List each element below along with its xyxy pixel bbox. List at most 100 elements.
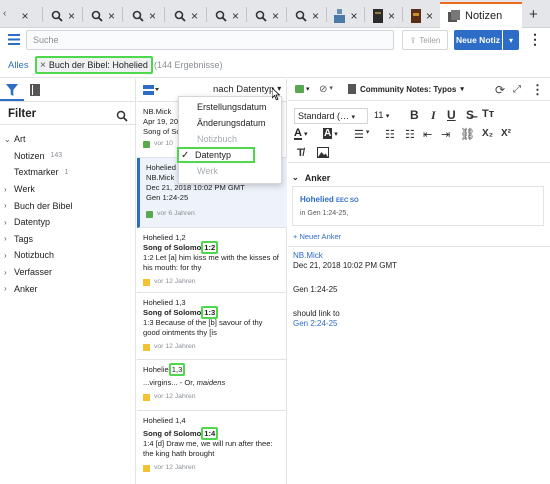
filter-tree: ⌄ Art Notizen 143 Textmarker 1 › Werk › Buch … bbox=[4, 131, 134, 297]
close-icon[interactable]: × bbox=[312, 10, 319, 22]
bold-icon[interactable]: B bbox=[410, 108, 419, 122]
breadcrumb-all-link[interactable]: Alles bbox=[8, 60, 29, 71]
filter-item-label: Tags bbox=[14, 233, 34, 244]
bulleted-list-icon[interactable]: ☷ bbox=[385, 128, 395, 141]
chevron-right-icon: › bbox=[4, 284, 7, 294]
tab-book-2[interactable]: × bbox=[366, 3, 402, 28]
superscript-icon[interactable]: X² bbox=[501, 128, 511, 139]
italic-icon[interactable]: I bbox=[431, 108, 436, 123]
new-anchor-link[interactable]: + Neuer Anker bbox=[293, 232, 341, 241]
filter-item-werk[interactable]: › Werk bbox=[4, 181, 134, 198]
expand-icon[interactable]: ⤢ bbox=[513, 84, 521, 95]
tab-search-3[interactable]: × bbox=[84, 3, 122, 28]
filter-item-datentyp[interactable]: › Datentyp bbox=[4, 214, 134, 231]
clear-button[interactable]: ⊘ ▾ bbox=[319, 84, 333, 95]
view-mode-icon[interactable] bbox=[143, 85, 159, 95]
anchor-title[interactable]: Hohelied EEC SO bbox=[300, 195, 359, 204]
tab-divider bbox=[164, 7, 165, 22]
list-item[interactable]: Hohelied 1,2 Song of Solomo 1:2 1:2 Let [… bbox=[137, 228, 287, 293]
hamburger-menu-icon[interactable] bbox=[8, 34, 20, 45]
card-title: Song of Solomo bbox=[143, 429, 202, 438]
close-icon[interactable]: × bbox=[232, 10, 239, 22]
close-icon[interactable]: × bbox=[350, 10, 357, 22]
tab-book-1[interactable]: × bbox=[328, 3, 364, 28]
tab-search-1[interactable]: × bbox=[10, 3, 40, 28]
style-select[interactable]: Standard (… ▾ bbox=[294, 108, 368, 124]
underline-icon[interactable]: U bbox=[447, 108, 456, 122]
tab-notizen[interactable]: Notizen bbox=[440, 2, 522, 28]
notes-icon bbox=[448, 10, 460, 22]
sort-option-aenderungsdatum[interactable]: Änderungsdatum bbox=[179, 115, 281, 131]
new-note-dropdown-button[interactable]: ▾ bbox=[503, 30, 519, 50]
chevron-down-icon: ▾ bbox=[306, 86, 310, 93]
share-label: Teilen bbox=[419, 35, 441, 45]
text-case-icon[interactable]: Tт bbox=[482, 108, 494, 120]
close-icon[interactable]: × bbox=[272, 10, 279, 22]
numbered-list-icon[interactable]: ☷ bbox=[405, 128, 415, 141]
tab-divider bbox=[82, 7, 83, 22]
tab-scroll-left-icon[interactable]: ‹ bbox=[3, 8, 6, 19]
indent-icon[interactable]: ⇥ bbox=[441, 128, 450, 141]
new-note-button[interactable]: Neue Notiz bbox=[454, 30, 502, 50]
chevron-down-icon: ▾ bbox=[508, 35, 513, 45]
tab-search-8[interactable]: × bbox=[288, 3, 326, 28]
insert-image-icon[interactable] bbox=[317, 147, 329, 158]
anchor-section-header[interactable]: ⌄ Anker bbox=[292, 173, 330, 183]
close-icon[interactable]: × bbox=[388, 10, 395, 22]
close-icon[interactable]: × bbox=[149, 10, 156, 22]
sort-option-werk: Werk bbox=[197, 166, 218, 176]
outdent-icon[interactable]: ⇤ bbox=[423, 128, 432, 141]
close-icon[interactable]: × bbox=[108, 10, 115, 22]
align-button[interactable]: ☰ ▾ bbox=[354, 128, 369, 141]
tab-search-6[interactable]: × bbox=[208, 3, 246, 28]
filter-item-tags[interactable]: › Tags bbox=[4, 231, 134, 248]
tab-search-4[interactable]: × bbox=[124, 3, 164, 28]
sort-option-erstellungsdatum[interactable]: Erstellungsdatum bbox=[179, 99, 281, 115]
clear-format-icon[interactable]: T̸ bbox=[297, 147, 304, 159]
highlight-color-icon: A bbox=[323, 128, 333, 139]
tab-search-2[interactable]: × bbox=[44, 3, 82, 28]
remove-filter-icon[interactable]: × bbox=[40, 60, 46, 71]
anchor-card[interactable] bbox=[292, 186, 544, 226]
list-item[interactable]: Hohelie 1,3 ...virgins... - Or, maidens v… bbox=[137, 360, 287, 411]
highlight-icon bbox=[143, 393, 150, 401]
highlight-color-button[interactable]: A ▾ bbox=[323, 128, 338, 139]
list-item[interactable]: Hohelied 1,3 Song of Solomo 1:3 1:3 Becau… bbox=[137, 293, 287, 360]
close-icon[interactable]: × bbox=[191, 10, 198, 22]
font-size-select[interactable]: 11 ▾ bbox=[372, 108, 394, 124]
link-icon[interactable]: ⛓ bbox=[460, 127, 475, 141]
sync-icon[interactable]: ⟳ bbox=[495, 83, 505, 97]
new-tab-button[interactable]: + bbox=[529, 6, 538, 23]
filter-item-verfasser[interactable]: › Verfasser bbox=[4, 264, 134, 281]
note-color-button[interactable]: ▾ bbox=[295, 85, 310, 93]
filter-item-anker[interactable]: › Anker bbox=[4, 280, 134, 297]
notebook-tab-icon[interactable] bbox=[30, 84, 40, 96]
filter-item-art[interactable]: ⌄ Art bbox=[4, 131, 134, 148]
note-body[interactable]: NB.Mick Dec 21, 2018 10:02 PM GMT Gen 1:… bbox=[293, 251, 543, 329]
text-color-button[interactable]: A ▾ bbox=[294, 128, 307, 140]
strikethrough-icon[interactable]: S̶ bbox=[466, 108, 474, 122]
search-input[interactable]: Suche bbox=[26, 30, 394, 50]
more-options-icon[interactable]: ⋮ bbox=[531, 82, 544, 98]
close-icon[interactable]: × bbox=[21, 10, 28, 22]
filter-search-icon[interactable] bbox=[116, 110, 128, 122]
filter-chip[interactable]: × Buch der Bibel: Hohelied bbox=[35, 56, 153, 74]
share-button[interactable]: ⇪ Teilen bbox=[402, 30, 448, 50]
filter-item-notizbuch[interactable]: › Notizbuch bbox=[4, 247, 134, 264]
filter-item-notizen[interactable]: Notizen 143 bbox=[4, 148, 134, 165]
tab-search-5[interactable]: × bbox=[166, 3, 206, 28]
note-link[interactable]: Gen 2:24-25 bbox=[293, 319, 543, 329]
highlight-icon bbox=[143, 343, 150, 351]
notebook-selector[interactable]: Community Notes: Typos ▾ bbox=[348, 84, 464, 94]
filter-item-textmarker[interactable]: Textmarker 1 bbox=[4, 164, 134, 181]
tab-book-3[interactable]: × bbox=[404, 3, 440, 28]
subscript-icon[interactable]: X₂ bbox=[482, 128, 493, 139]
close-icon[interactable]: × bbox=[426, 10, 433, 22]
sort-option-datentyp[interactable]: ✓ Datentyp bbox=[177, 147, 255, 163]
more-options-icon[interactable]: ⋮ bbox=[528, 31, 542, 48]
close-icon[interactable]: × bbox=[68, 10, 75, 22]
filter-item-label: Notizbuch bbox=[14, 250, 55, 261]
tab-search-7[interactable]: × bbox=[248, 3, 286, 28]
filter-item-buch-der-bibel[interactable]: › Buch der Bibel bbox=[4, 197, 134, 214]
list-item[interactable]: Hohelied 1,4 Song of Solomo 1:4 1:4 [d] D… bbox=[137, 411, 287, 484]
